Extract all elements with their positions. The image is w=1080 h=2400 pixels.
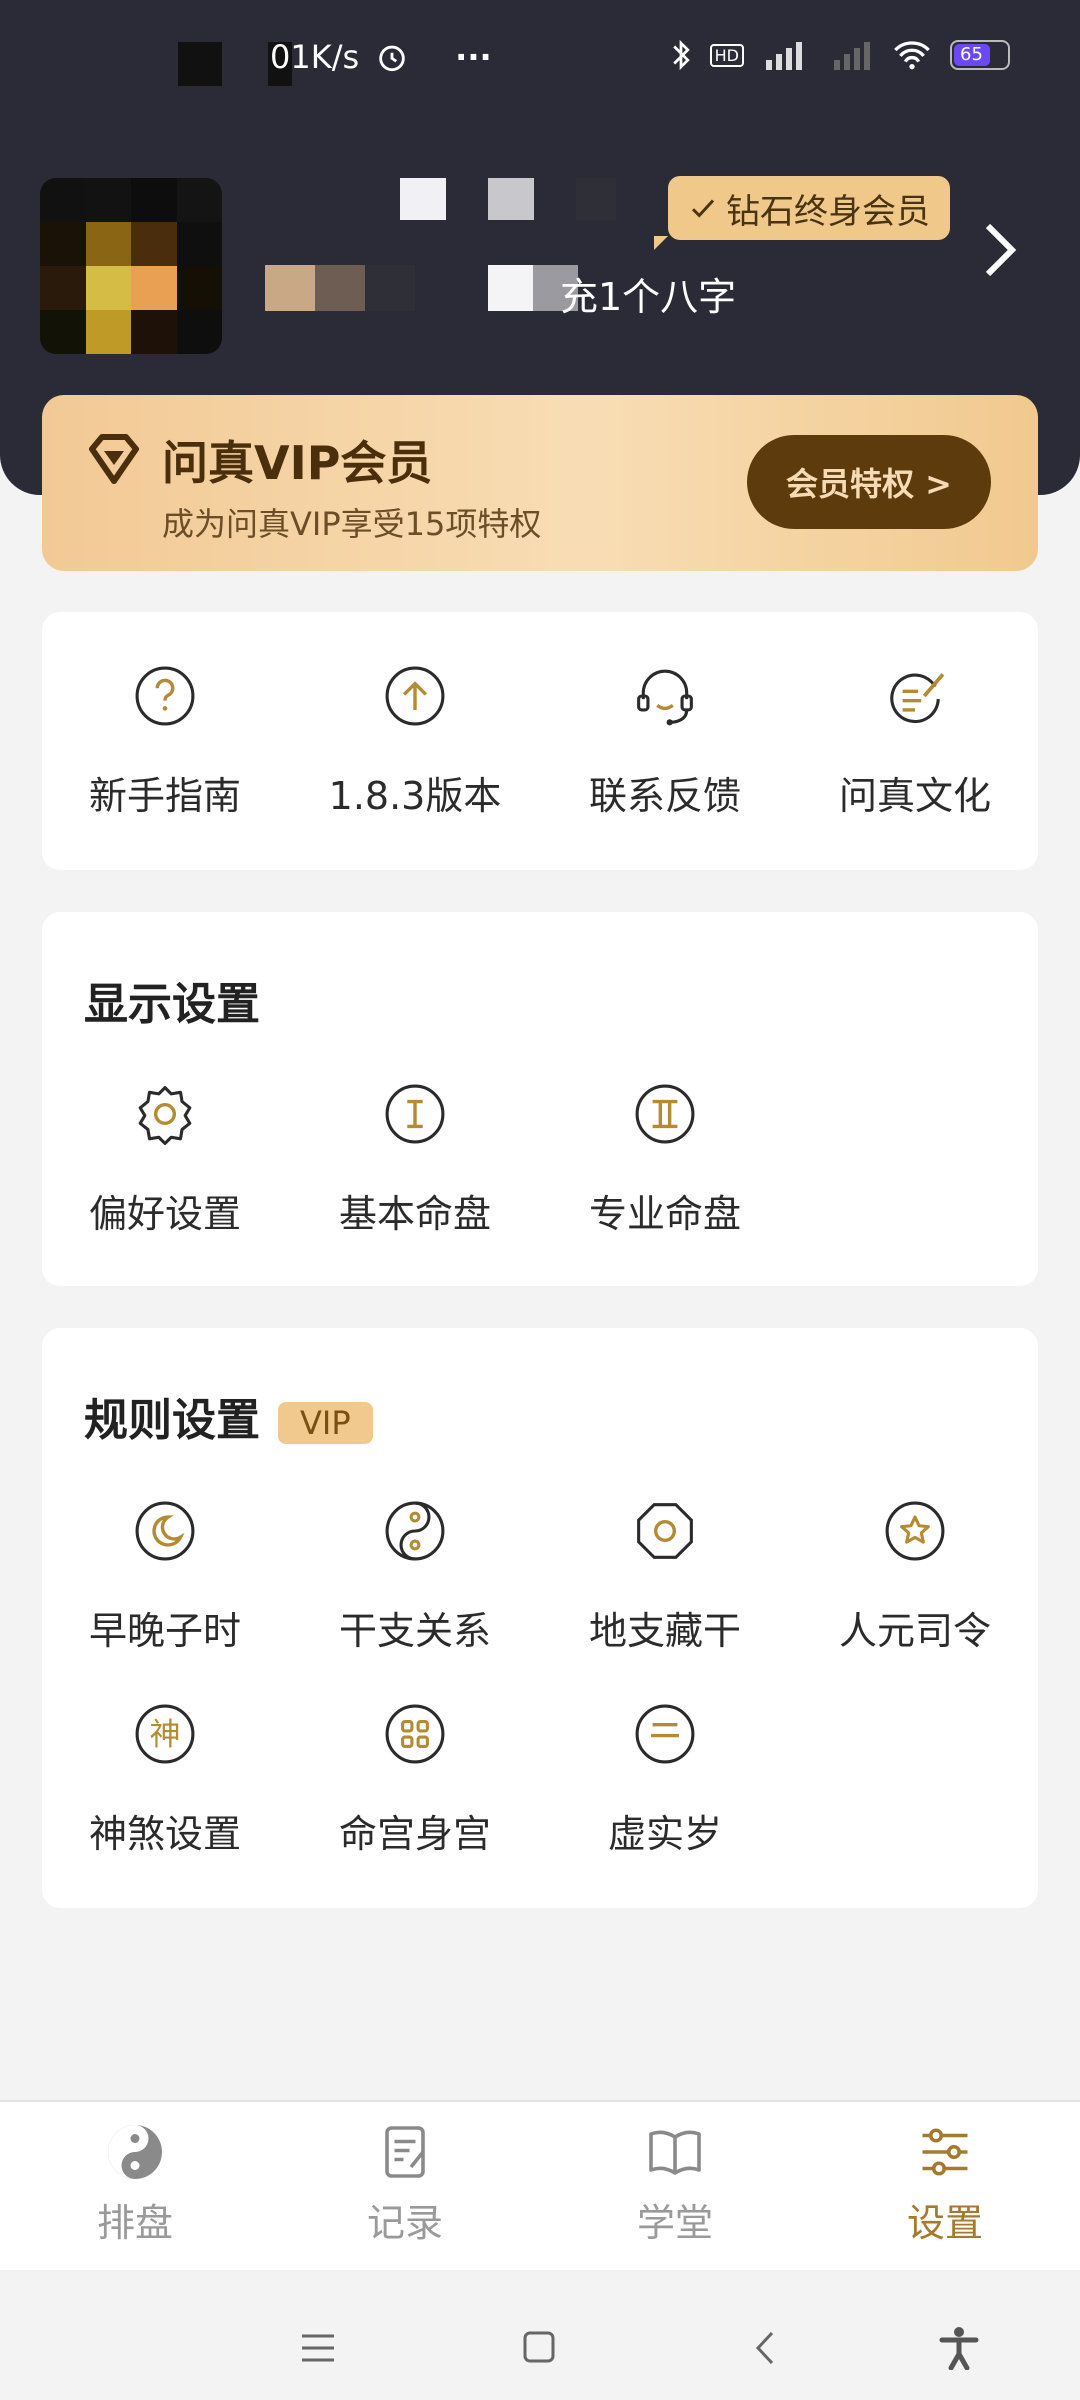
star-icon — [885, 1501, 945, 1561]
book-icon — [649, 2130, 701, 2175]
network-speed: 01K/s — [270, 38, 360, 76]
diamond-check-icon — [691, 199, 715, 218]
status-pixel-block — [178, 42, 222, 86]
question-icon — [135, 666, 195, 726]
home-icon[interactable] — [522, 2330, 556, 2364]
roman-one-icon — [385, 1084, 445, 1144]
signal-icon — [766, 42, 802, 70]
nav-tab-paipan[interactable]: 排盘 — [35, 2122, 235, 2247]
shen-char-icon: 神 — [135, 1704, 195, 1764]
rule-item-zishi[interactable]: 早晚子时 — [40, 1500, 290, 1655]
status-bar: 01K/s ··· HD 65 — [0, 0, 1080, 120]
menu-icon[interactable] — [300, 2332, 336, 2364]
roman-two-icon — [635, 1084, 695, 1144]
display-item-pro-chart[interactable]: 专业命盘 — [540, 1083, 790, 1238]
wifi-icon — [894, 41, 930, 70]
octagon-icon — [637, 1503, 693, 1559]
svg-text:神: 神 — [150, 1717, 181, 1753]
member-privileges-button[interactable]: 会员特权 > — [747, 435, 991, 529]
bazi-count-text: 充1个八字 — [560, 275, 737, 319]
nav-tab-records[interactable]: 记录 — [305, 2122, 505, 2247]
note-icon — [385, 2126, 425, 2178]
sliders-icon — [922, 2128, 968, 2176]
user-info-pixels — [265, 265, 415, 311]
nav-tab-settings[interactable]: 设置 — [845, 2122, 1045, 2247]
quick-item-version[interactable]: 1.8.3版本 — [290, 665, 540, 820]
rule-item-shensha[interactable]: 神 神煞设置 — [40, 1703, 290, 1858]
upgrade-arrow-icon — [385, 666, 445, 726]
quick-item-feedback[interactable]: 联系反馈 — [540, 665, 790, 820]
battery-indicator: 65 — [950, 40, 1010, 70]
signal-icon-2 — [834, 42, 870, 70]
rule-settings-title: 规则设置 VIP — [84, 1384, 373, 1448]
hd-icon: HD — [709, 43, 744, 67]
rule-item-dizhi[interactable]: 地支藏干 — [540, 1500, 790, 1655]
quick-item-culture[interactable]: 问真文化 — [790, 665, 1040, 820]
avatar[interactable] — [40, 178, 222, 354]
vip-banner[interactable]: 问真VIP会员 成为问真VIP享受15项特权 会员特权 > — [42, 395, 1038, 571]
chevron-right-icon[interactable] — [980, 220, 1020, 280]
more-dots: ··· — [455, 38, 492, 76]
grid-icon — [385, 1704, 445, 1764]
accessibility-icon[interactable] — [938, 2326, 980, 2370]
alarm-icon — [379, 45, 405, 72]
taiji-icon — [108, 2125, 162, 2179]
username-pixel — [400, 178, 446, 220]
headset-icon — [637, 669, 693, 726]
display-settings-title: 显示设置 — [84, 979, 260, 1030]
vip-title: 问真VIP会员 — [162, 436, 433, 490]
bottom-nav: 排盘 记录 学堂 设置 — [0, 2100, 1080, 2272]
gear-icon — [138, 1086, 192, 1145]
member-badge: 钻石终身会员 — [654, 176, 950, 250]
back-icon[interactable] — [752, 2330, 778, 2366]
username-pixel — [576, 178, 616, 220]
yin-yang-icon — [385, 1501, 445, 1561]
diamond-icon — [89, 434, 139, 484]
system-navigation-bar — [0, 2270, 1080, 2400]
nav-tab-school[interactable]: 学堂 — [575, 2122, 775, 2247]
username-pixel — [488, 178, 534, 220]
vip-subtitle: 成为问真VIP享受15项特权 — [162, 505, 542, 543]
display-item-basic-chart[interactable]: 基本命盘 — [290, 1083, 540, 1238]
rule-item-xushisui[interactable]: 虚实岁 — [540, 1703, 790, 1858]
display-item-preferences[interactable]: 偏好设置 — [40, 1083, 290, 1238]
edit-icon — [890, 673, 945, 724]
quick-item-guide[interactable]: 新手指南 — [40, 665, 290, 820]
rule-item-ganzhi[interactable]: 干支关系 — [290, 1500, 540, 1655]
bluetooth-icon — [672, 39, 690, 71]
moon-icon — [135, 1501, 195, 1561]
vip-tag: VIP — [278, 1402, 373, 1444]
rule-item-renyuan[interactable]: 人元司令 — [790, 1500, 1040, 1655]
minus-circle-icon — [635, 1704, 695, 1764]
rule-item-minggong[interactable]: 命宫身宫 — [290, 1703, 540, 1858]
